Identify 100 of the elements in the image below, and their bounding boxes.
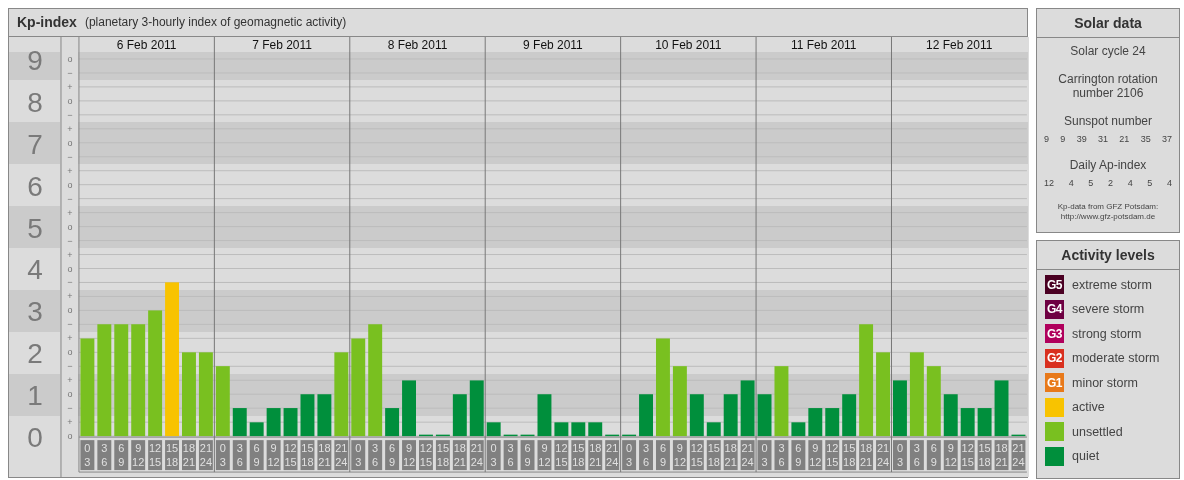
axis-label: 8 — [27, 86, 43, 118]
tick-label: o — [67, 389, 73, 400]
hour-label: 18 21 — [452, 440, 467, 470]
level-swatch: G2 — [1045, 348, 1064, 368]
hour-label: 6 9 — [791, 440, 806, 470]
kp-bar — [893, 380, 907, 437]
tick-label: − — [67, 319, 73, 330]
kp-bar — [249, 422, 264, 437]
tick-label: + — [67, 249, 73, 260]
kp-bar — [639, 394, 653, 437]
kp-bar — [486, 422, 501, 437]
x-tick-label: 6 9 — [389, 442, 396, 469]
sunspot-number: 37 — [1161, 134, 1172, 144]
sunspot-number: 9 — [1044, 134, 1049, 144]
ap-value: 2 — [1107, 178, 1113, 188]
level-swatch: G4 — [1045, 299, 1064, 319]
hour-label: 12 15 — [148, 440, 163, 470]
hour-label: 0 3 — [757, 440, 772, 470]
hour-label: 21 24 — [605, 440, 620, 470]
hour-label: 0 3 — [80, 440, 95, 470]
tick-label: + — [67, 291, 73, 302]
axis-label: 3 — [27, 296, 43, 328]
date-label: 7 Feb 2011 — [252, 37, 312, 52]
level-label: minor storm — [1072, 375, 1138, 390]
date-label: 10 Feb 2011 — [655, 37, 722, 52]
kp-bar — [419, 434, 433, 437]
level-label: moderate storm — [1072, 351, 1160, 366]
panel-title: Solar data — [1037, 9, 1179, 38]
date-label: 9 Feb 2011 — [523, 37, 583, 52]
ap-value: 4 — [1127, 178, 1133, 188]
kp-bar — [622, 434, 637, 437]
kp-bar — [571, 422, 586, 437]
hour-label: 15 18 — [435, 440, 450, 470]
hour-label: 21 24 — [1011, 440, 1026, 470]
ap-value: 5 — [1147, 178, 1153, 188]
panel-title: Activity levels — [1037, 241, 1179, 270]
x-tick-label: 6 9 — [930, 442, 937, 469]
hour-label: 12 15 — [689, 440, 704, 470]
x-tick-label: 3 6 — [913, 442, 920, 469]
level-swatch: G5 — [1045, 275, 1064, 295]
x-tick-label: 6 9 — [118, 442, 125, 469]
axis-label: 1 — [27, 380, 43, 412]
kp-bar — [994, 380, 1009, 437]
kp-bar — [706, 422, 721, 437]
x-tick-label: 0 3 — [84, 442, 91, 469]
kp-bar — [1011, 434, 1026, 437]
hour-label: 9 12 — [131, 440, 146, 470]
hour-label: 6 9 — [385, 440, 400, 470]
tick-label: o — [67, 347, 73, 358]
kp-bar — [723, 394, 738, 437]
hour-label: 12 15 — [283, 440, 298, 470]
tick-label: + — [67, 81, 73, 92]
x-tick-label: 6 9 — [524, 442, 531, 469]
sunspot-number: 21 — [1119, 134, 1130, 144]
x-tick-label: 0 3 — [761, 442, 768, 469]
hour-label: 3 6 — [774, 440, 789, 470]
sunspot-number: 31 — [1098, 134, 1108, 144]
hour-label: 15 18 — [300, 440, 315, 470]
tick-label: − — [67, 277, 73, 288]
source-url: http://www.gfz-potsdam.de — [1060, 212, 1156, 222]
hour-label: 9 12 — [266, 440, 281, 470]
level-label: active — [1072, 400, 1105, 415]
tick-label: − — [67, 109, 73, 120]
axis-label: 0 — [27, 422, 43, 454]
tick-label: + — [67, 207, 73, 218]
level-label: quiet — [1072, 449, 1100, 464]
hour-label: 3 6 — [232, 440, 247, 470]
hour-label: 12 15 — [419, 440, 433, 470]
hour-label: 0 3 — [215, 440, 230, 470]
kp-bar — [300, 394, 315, 437]
tick-label: − — [67, 151, 73, 162]
ap-label: Daily Ap-index — [1068, 158, 1148, 172]
hour-label: 3 6 — [909, 440, 924, 470]
level-swatch: G3 — [1045, 324, 1064, 344]
tick-label: + — [67, 123, 73, 134]
axis-label: 9 — [27, 44, 43, 76]
tick-label: − — [67, 361, 73, 372]
tick-label: o — [67, 137, 73, 148]
hour-label: 3 6 — [368, 440, 383, 470]
kp-bar — [435, 434, 450, 437]
tick-label: − — [67, 235, 73, 246]
kp-bar — [842, 394, 857, 437]
tick-label: + — [67, 165, 73, 176]
hour-label: 15 18 — [977, 440, 992, 470]
hour-label: 6 9 — [249, 440, 264, 470]
tick-label: o — [67, 179, 73, 190]
tick-label: o — [67, 95, 73, 106]
hour-label: 3 6 — [639, 440, 653, 470]
hour-label: 3 6 — [97, 440, 112, 470]
kp-bar — [943, 394, 958, 437]
sunspot-label: Sunspot number — [1062, 114, 1154, 128]
axis-label: 2 — [27, 338, 43, 370]
kp-bar — [385, 408, 400, 437]
x-tick-label: 3 6 — [507, 442, 514, 469]
axis-label: 6 — [27, 170, 43, 202]
kp-bar — [605, 434, 620, 437]
hour-label: 6 9 — [520, 440, 535, 470]
ap-value: 4 — [1166, 178, 1172, 188]
hour-label: 15 18 — [571, 440, 586, 470]
chart-title: Kp-index — [17, 14, 77, 31]
